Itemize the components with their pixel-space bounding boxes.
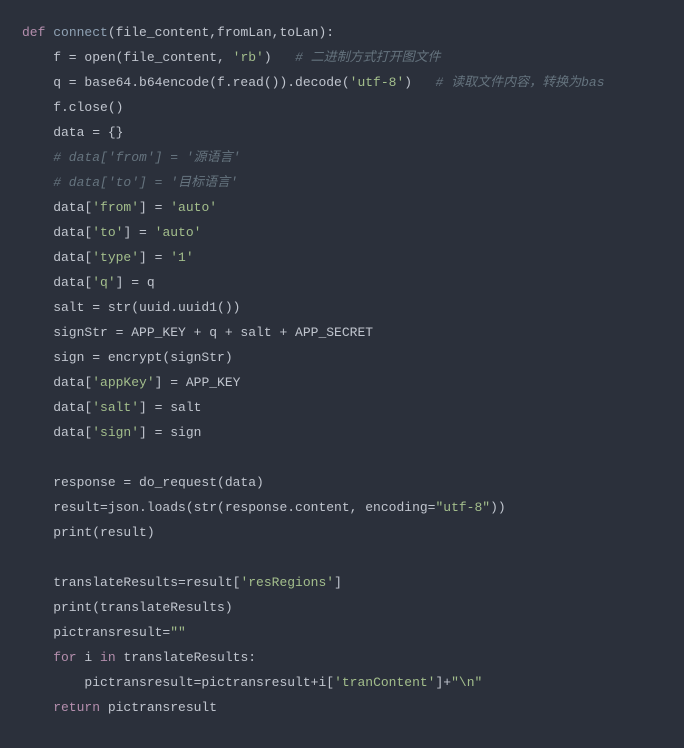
line-26: for i in translateResults: (22, 650, 256, 665)
string-rb: 'rb' (233, 50, 264, 65)
line-8: data['from'] = 'auto' (22, 200, 217, 215)
key-q: 'q' (92, 275, 115, 290)
comment: # 二进制方式打开图文件 (295, 50, 441, 65)
line-11: data['q'] = q (22, 275, 155, 290)
key-to: 'to' (92, 225, 123, 240)
line-27: pictransresult=pictransresult+i['tranCon… (22, 675, 482, 690)
keyword-for: for (22, 650, 77, 665)
line-7: # data['to'] = '目标语言' (22, 175, 238, 190)
line-1: def connect(file_content,fromLan,toLan): (22, 25, 334, 40)
line-14: sign = encrypt(signStr) (22, 350, 233, 365)
key-type: 'type' (92, 250, 139, 265)
key-sign: 'sign' (92, 425, 139, 440)
key-salt: 'salt' (92, 400, 139, 415)
line-13: signStr = APP_KEY + q + salt + APP_SECRE… (22, 325, 373, 340)
string-newline: "\n" (451, 675, 482, 690)
keyword-return: return (22, 700, 100, 715)
line-24: print(translateResults) (22, 600, 233, 615)
key-from: 'from' (92, 200, 139, 215)
string-empty: "" (170, 625, 186, 640)
key-appkey: 'appKey' (92, 375, 154, 390)
line-16: data['salt'] = salt (22, 400, 201, 415)
code-block: def connect(file_content,fromLan,toLan):… (0, 0, 684, 748)
val-auto: 'auto' (170, 200, 217, 215)
key-resregions: 'resRegions' (240, 575, 334, 590)
function-name: connect (53, 25, 108, 40)
string-utf8: 'utf-8' (350, 75, 405, 90)
line-6: # data['from'] = '源语言' (22, 150, 240, 165)
line-21: print(result) (22, 525, 155, 540)
key-trancontent: 'tranContent' (334, 675, 435, 690)
keyword-in: in (100, 650, 116, 665)
line-12: salt = str(uuid.uuid1()) (22, 300, 240, 315)
line-2: f = open(file_content, 'rb') # 二进制方式打开图文… (22, 50, 441, 65)
val-auto: 'auto' (155, 225, 202, 240)
line-23: translateResults=result['resRegions'] (22, 575, 342, 590)
line-28: return pictransresult (22, 700, 217, 715)
line-9: data['to'] = 'auto' (22, 225, 201, 240)
line-19: response = do_request(data) (22, 475, 264, 490)
val-1: '1' (170, 250, 193, 265)
line-3: q = base64.b64encode(f.read()).decode('u… (22, 75, 605, 90)
line-15: data['appKey'] = APP_KEY (22, 375, 240, 390)
comment: # 读取文件内容，转换为bas (435, 75, 604, 90)
line-17: data['sign'] = sign (22, 425, 201, 440)
string-utf8: "utf-8" (435, 500, 490, 515)
params: (file_content,fromLan,toLan): (108, 25, 334, 40)
line-5: data = {} (22, 125, 123, 140)
line-4: f.close() (22, 100, 123, 115)
line-25: pictransresult="" (22, 625, 186, 640)
line-10: data['type'] = '1' (22, 250, 194, 265)
line-20: result=json.loads(str(response.content, … (22, 500, 506, 515)
keyword-def: def (22, 25, 45, 40)
